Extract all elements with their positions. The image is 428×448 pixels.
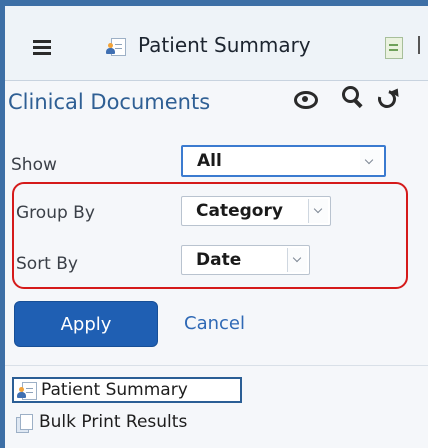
search-icon[interactable] (342, 86, 364, 109)
results-document-icon[interactable] (385, 37, 403, 59)
patient-summary-icon (17, 382, 37, 400)
menu-icon[interactable] (33, 40, 51, 55)
show-select[interactable]: All (181, 145, 386, 177)
sort-by-label: Sort By (16, 254, 78, 274)
panel-title: Clinical Documents (8, 90, 211, 114)
apply-button[interactable]: Apply (14, 301, 158, 347)
group-by-select-value: Category (196, 201, 283, 221)
group-by-label: Group By (16, 203, 95, 223)
group-by-select[interactable]: Category (181, 196, 331, 226)
bulk-print-icon (16, 414, 33, 433)
chevron-down-icon[interactable] (308, 199, 328, 223)
tab-overflow-divider (418, 36, 420, 54)
sort-by-select-value: Date (196, 250, 242, 270)
section-divider (5, 365, 428, 366)
show-select-value: All (197, 151, 222, 171)
eye-icon[interactable] (294, 89, 318, 109)
chevron-down-icon[interactable] (360, 150, 380, 174)
patient-summary-icon (106, 38, 126, 56)
show-label: Show (11, 155, 57, 175)
cancel-link[interactable]: Cancel (184, 313, 245, 334)
chevron-down-icon[interactable] (287, 248, 307, 272)
list-item-label: Patient Summary (41, 380, 188, 400)
list-item-patient-summary[interactable]: Patient Summary (12, 377, 242, 403)
tab-patient-summary[interactable]: Patient Summary (138, 33, 311, 57)
sort-by-select[interactable]: Date (181, 245, 310, 275)
list-item-label: Bulk Print Results (39, 412, 188, 432)
list-item-bulk-print-results[interactable]: Bulk Print Results (12, 411, 242, 437)
refresh-icon[interactable] (374, 85, 403, 112)
